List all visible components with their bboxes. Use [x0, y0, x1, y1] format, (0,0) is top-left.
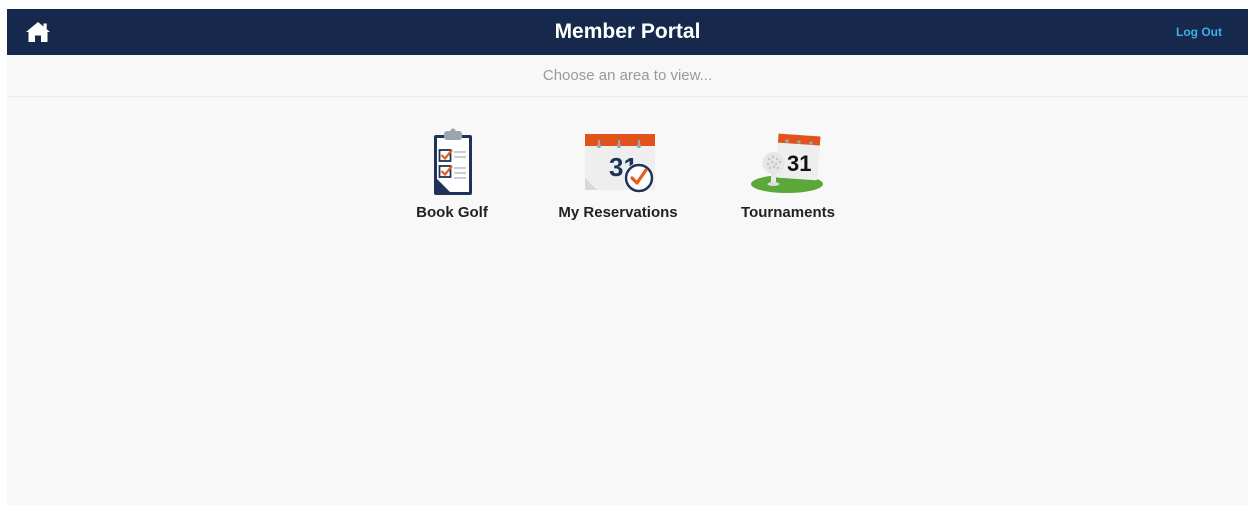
calendar-check-icon: 31: [548, 125, 688, 201]
tile-label: My Reservations: [558, 204, 678, 221]
choose-area-prompt: Choose an area to view...: [7, 55, 1248, 97]
tile-book-golf[interactable]: Book Golf: [382, 125, 522, 235]
home-button[interactable]: [23, 19, 53, 45]
page-title: Member Portal: [554, 20, 701, 43]
calendar-golf-ball-icon: 31: [718, 125, 858, 201]
home-icon: [26, 22, 50, 42]
area-tiles: Book Golf 31 My Reservations 31 Tourname…: [7, 125, 1248, 235]
tile-label: Book Golf: [416, 204, 488, 221]
app-frame: Member Portal Log Out Choose an area to …: [7, 9, 1248, 505]
calendar-day-number: 31: [787, 151, 811, 176]
tile-my-reservations[interactable]: 31 My Reservations: [548, 125, 688, 235]
clipboard-checklist-icon: [382, 125, 522, 201]
tile-tournaments[interactable]: 31 Tournaments: [718, 125, 858, 235]
tile-label: Tournaments: [741, 204, 835, 221]
logout-link[interactable]: Log Out: [1176, 9, 1222, 55]
top-navbar: Member Portal Log Out: [7, 9, 1248, 55]
